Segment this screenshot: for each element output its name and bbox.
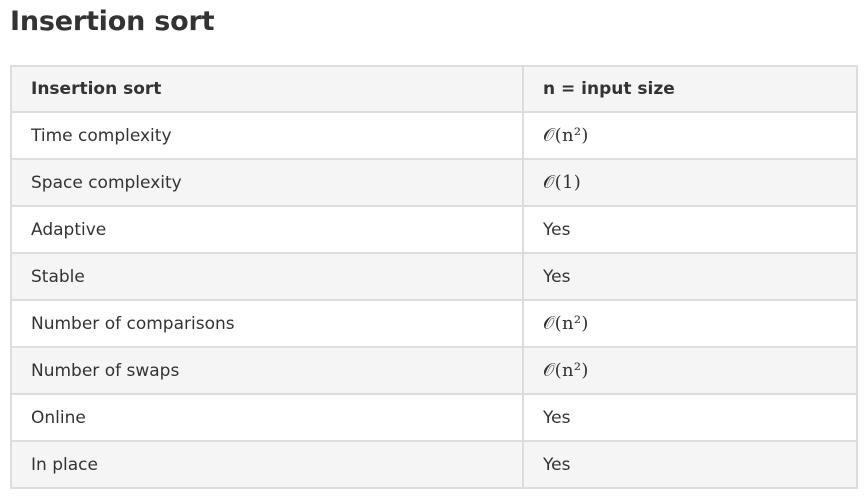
row-value: Yes [522, 393, 858, 442]
row-property: Number of swaps [10, 346, 524, 395]
row-property: In place [10, 440, 524, 489]
header-property: Insertion sort [10, 65, 524, 113]
table-row: In place Yes [10, 440, 858, 489]
row-property: Number of comparisons [10, 299, 524, 348]
row-value: Yes [522, 205, 858, 254]
row-property: Stable [10, 252, 524, 301]
table-row: Adaptive Yes [10, 205, 858, 254]
row-value: Yes [522, 252, 858, 301]
header-value: n = input size [522, 65, 858, 113]
table-row: Stable Yes [10, 252, 858, 301]
complexity-table-container: Insertion sort n = input size Time compl… [10, 65, 858, 489]
complexity-table: Insertion sort n = input size Time compl… [10, 65, 858, 489]
row-value: 𝒪(1) [522, 158, 858, 207]
row-value: 𝒪(n²) [522, 299, 858, 348]
row-value: 𝒪(n²) [522, 346, 858, 395]
row-property: Adaptive [10, 205, 524, 254]
table-row: Space complexity 𝒪(1) [10, 158, 858, 207]
row-property: Space complexity [10, 158, 524, 207]
row-value: 𝒪(n²) [522, 111, 858, 160]
table-row: Number of comparisons 𝒪(n²) [10, 299, 858, 348]
table-row: Number of swaps 𝒪(n²) [10, 346, 858, 395]
page-title: Insertion sort [10, 6, 215, 37]
table-row: Time complexity 𝒪(n²) [10, 111, 858, 160]
table-row: Online Yes [10, 393, 858, 442]
row-property: Online [10, 393, 524, 442]
row-property: Time complexity [10, 111, 524, 160]
row-value: Yes [522, 440, 858, 489]
table-header-row: Insertion sort n = input size [10, 65, 858, 113]
